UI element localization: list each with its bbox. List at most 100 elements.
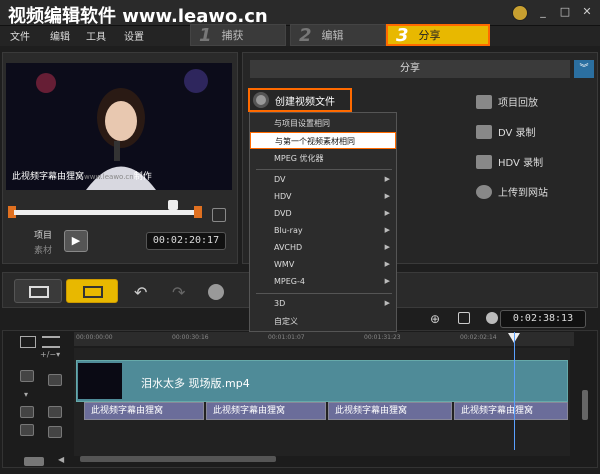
menu-item-dv[interactable]: DV ▶ — [250, 171, 396, 188]
play-icon: ▶ — [71, 234, 81, 247]
menu-separator — [256, 169, 392, 170]
trim-end-handle[interactable] — [194, 206, 202, 218]
menu-item-avchd[interactable]: AVCHD ▶ — [250, 239, 396, 256]
collapse-icon[interactable]: ︾ — [574, 60, 594, 78]
tab-edit-label: 编辑 — [321, 29, 344, 42]
timeline-ruler[interactable]: 00:00:00:00 00:00:30:16 00:01:01:07 00:0… — [74, 332, 574, 346]
menu-tools[interactable]: 工具 — [86, 28, 106, 43]
submenu-arrow-icon: ▶ — [384, 243, 390, 251]
title-clip[interactable]: 此视频字幕由狸窝 — [454, 402, 568, 420]
submenu-arrow-icon: ▶ — [384, 299, 390, 307]
tab-share-label: 分享 — [418, 29, 441, 42]
scrub-bar[interactable] — [14, 210, 196, 215]
undo-icon[interactable]: ↶ — [134, 283, 147, 302]
app-logo-icon — [512, 5, 528, 21]
redo-icon[interactable]: ↷ — [172, 283, 185, 302]
horizontal-scrollbar[interactable] — [80, 456, 276, 462]
share-header: 分享 — [250, 60, 570, 78]
minimize-button[interactable]: _ — [536, 5, 550, 19]
tab-edit[interactable]: 2 编辑 — [290, 24, 386, 46]
split-icon[interactable] — [212, 208, 226, 222]
video-clip[interactable]: 泪水太多 现场版.mp4 — [76, 360, 568, 402]
project-mode-label[interactable]: 项目 — [34, 228, 52, 241]
title-clip[interactable]: 此视频字幕由狸窝 — [206, 402, 326, 420]
menu-item-same-as-first-clip[interactable]: 与第一个视频素材相同 — [250, 132, 396, 149]
voice-track-icon — [48, 426, 62, 438]
menu-file[interactable]: 文件 — [10, 28, 30, 43]
title-track-lock-icon[interactable] — [20, 406, 34, 418]
tab-share[interactable]: 3 分享 — [386, 24, 490, 46]
menu-item-custom[interactable]: 自定义 — [250, 313, 396, 330]
ruler-tick: 00:02:02:14 — [460, 334, 497, 341]
video-clip-name: 泪水太多 现场版.mp4 — [141, 377, 250, 390]
chapter-list-icon[interactable] — [42, 336, 60, 348]
tab-capture-label: 捕获 — [221, 29, 244, 42]
ruler-tick: 00:01:31:23 — [364, 334, 401, 341]
dv-camera-icon — [476, 124, 492, 139]
ruler-tick: 00:01:01:07 — [268, 334, 305, 341]
menu-item-hdv[interactable]: HDV ▶ — [250, 188, 396, 205]
submenu-arrow-icon: ▶ — [384, 260, 390, 268]
submenu-arrow-icon: ▶ — [384, 209, 390, 217]
video-preview: 此视频字幕由狸窝www.leawo.cn制作 — [6, 63, 232, 190]
video-track-lock-icon[interactable] — [20, 370, 34, 382]
window-controls: _ □ ✕ — [512, 5, 594, 21]
title-clip[interactable]: 此视频字幕由狸窝 — [84, 402, 204, 420]
ruler-tick: 00:00:00:00 — [76, 334, 113, 341]
submenu-arrow-icon: ▶ — [384, 175, 390, 183]
dv-record-option[interactable]: DV 录制 — [476, 124, 536, 139]
video-track-icon — [48, 374, 62, 386]
playback-icon — [476, 94, 492, 109]
preview-timecode[interactable]: 00:02:20:17 — [146, 232, 226, 250]
globe-icon — [476, 184, 492, 199]
submenu-arrow-icon: ▶ — [384, 192, 390, 200]
menu-item-same-as-project[interactable]: 与项目设置相同 — [250, 115, 396, 132]
fit-project-icon[interactable] — [458, 312, 470, 324]
menu-separator — [256, 293, 392, 294]
menu-item-mpeg4[interactable]: MPEG-4 ▶ — [250, 273, 396, 290]
timeline-icon — [83, 286, 103, 298]
maximize-button[interactable]: □ — [558, 5, 572, 19]
create-video-file-button[interactable]: 创建视频文件 — [248, 88, 352, 112]
add-remove-track-icon[interactable]: +/−▾ — [40, 350, 60, 359]
video-subtitle: 此视频字幕由狸窝www.leawo.cn制作 — [12, 172, 152, 182]
menu-edit[interactable]: 编辑 — [50, 28, 70, 43]
storyboard-view-button[interactable] — [14, 279, 62, 303]
playhead-marker[interactable] — [168, 200, 178, 210]
title-clip[interactable]: 此视频字幕由狸窝 — [328, 402, 452, 420]
title-track-icon — [48, 406, 62, 418]
track-manager-icon[interactable] — [20, 336, 36, 348]
hdv-camera-icon — [476, 154, 492, 169]
record-capture-icon[interactable] — [208, 284, 224, 300]
submenu-arrow-icon: ▶ — [384, 277, 390, 285]
hdv-record-option[interactable]: HDV 录制 — [476, 154, 543, 169]
menu-item-dvd[interactable]: DVD ▶ — [250, 205, 396, 222]
menu-settings[interactable]: 设置 — [124, 28, 144, 43]
playhead-line — [514, 332, 515, 450]
menu-item-bluray[interactable]: Blu-ray ▶ — [250, 222, 396, 239]
project-playback-option[interactable]: 项目回放 — [476, 94, 538, 109]
close-button[interactable]: ✕ — [580, 5, 594, 19]
submenu-arrow-icon: ▶ — [384, 226, 390, 234]
track-expand-icon[interactable]: ▾ — [24, 390, 28, 399]
menu-item-mpeg-optimizer[interactable]: MPEG 优化器 — [250, 150, 396, 167]
upload-web-option[interactable]: 上传到网站 — [476, 184, 548, 199]
clock-icon — [486, 312, 498, 324]
create-video-file-label: 创建视频文件 — [275, 96, 335, 108]
timeline-view-button[interactable] — [66, 279, 118, 303]
film-strip-icon — [29, 286, 49, 298]
create-video-dropdown: 与项目设置相同 与第一个视频素材相同 MPEG 优化器 DV ▶ HDV ▶ DVD… — [249, 112, 397, 332]
tab-capture[interactable]: 1 捕获 — [190, 24, 286, 46]
ruler-tick: 00:00:30:16 — [172, 334, 209, 341]
zoom-slider-icon[interactable] — [24, 457, 44, 466]
clip-thumbnail — [78, 363, 122, 399]
play-button[interactable]: ▶ — [64, 230, 88, 252]
zoom-in-icon[interactable]: ⊕ — [430, 312, 440, 326]
clip-mode-label[interactable]: 素材 — [34, 243, 52, 256]
voice-track-lock-icon[interactable] — [20, 424, 34, 436]
project-duration-timecode[interactable]: 0:02:38:13 — [500, 310, 586, 328]
menu-item-3d[interactable]: 3D ▶ — [250, 295, 396, 312]
menu-item-wmv[interactable]: WMV ▶ — [250, 256, 396, 273]
vertical-scrollbar[interactable] — [582, 390, 588, 420]
scroll-left-icon[interactable]: ◀ — [58, 455, 64, 464]
